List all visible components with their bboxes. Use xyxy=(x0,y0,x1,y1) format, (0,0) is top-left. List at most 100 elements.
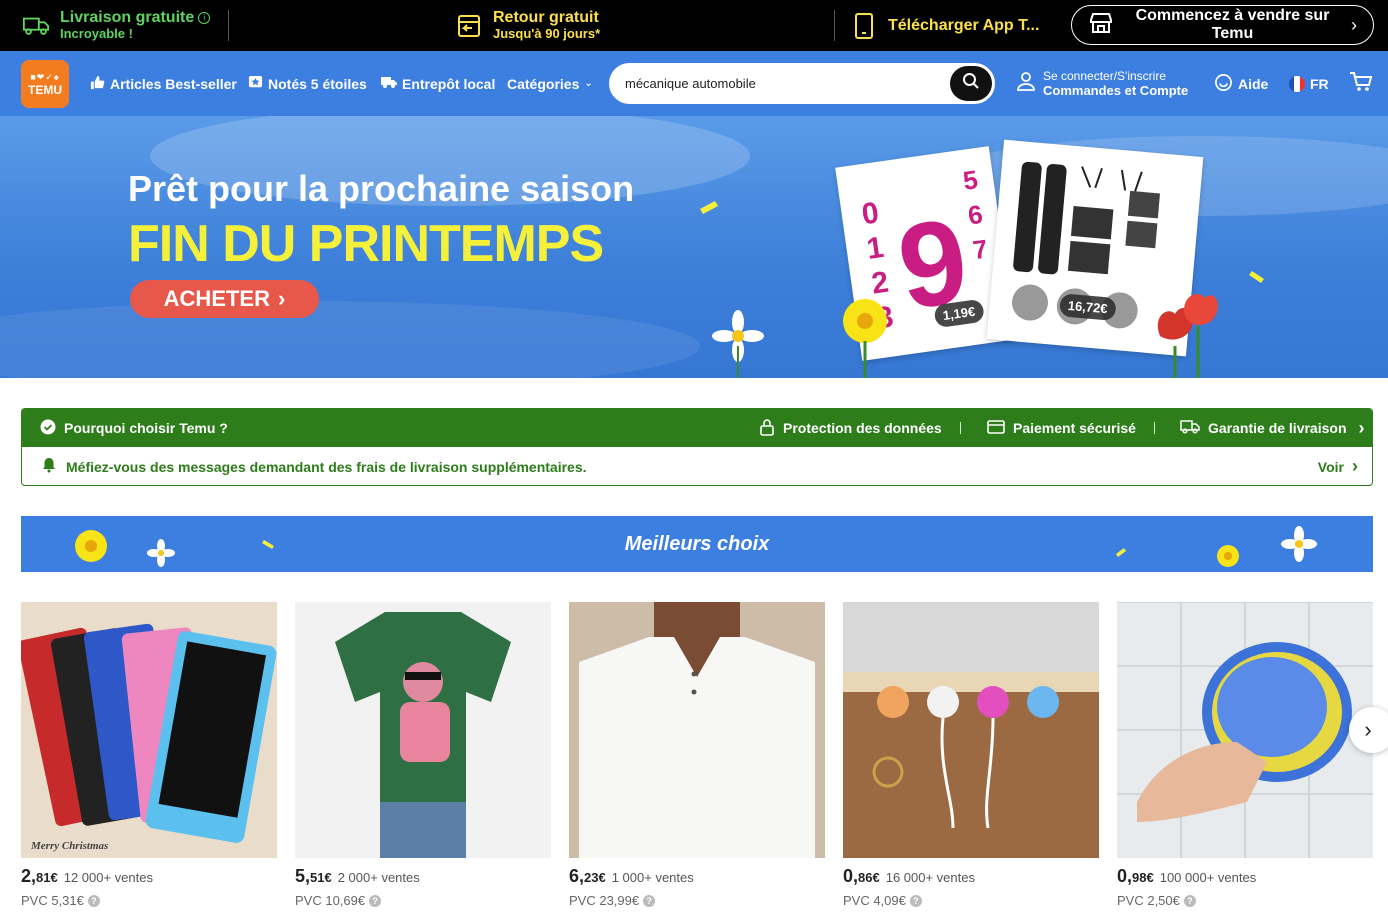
chevron-down-icon: ⌄ xyxy=(584,78,593,89)
product-card[interactable]: 0, 86€ 16 000+ ventes PVC 4,09€? xyxy=(843,602,1099,908)
nav-best-sellers[interactable]: Articles Best-seller xyxy=(90,51,237,116)
search-button[interactable] xyxy=(950,66,992,101)
warning-row[interactable]: Méfiez-vous des messages demandant des f… xyxy=(22,447,1372,485)
price-integer: 6, xyxy=(569,866,585,886)
why-temu[interactable]: Pourquoi choisir Temu ? xyxy=(40,409,228,447)
rrp-price: PVC 4,09€ xyxy=(843,893,906,908)
secure-payment-label: Paiement sécurisé xyxy=(1013,420,1136,436)
nav-categories[interactable]: Catégories ⌄ xyxy=(507,51,593,116)
help-label: Aide xyxy=(1238,75,1269,92)
shop-now-button[interactable]: ACHETER › xyxy=(130,280,319,318)
chevron-right-icon: › xyxy=(1352,456,1358,476)
question-icon[interactable]: ? xyxy=(1183,894,1196,907)
phone-icon xyxy=(850,12,878,40)
view-link[interactable]: Voir › xyxy=(1318,456,1358,477)
question-icon[interactable]: ? xyxy=(909,894,922,907)
nav-local-warehouse-label: Entrepôt local xyxy=(402,75,496,92)
nav-five-stars[interactable]: Notés 5 étoiles xyxy=(248,51,367,116)
svg-text:Merry Christmas: Merry Christmas xyxy=(30,840,108,852)
white-shirt-image xyxy=(569,602,825,858)
return-box-icon xyxy=(455,12,483,40)
price-decimal: 86€ xyxy=(858,870,880,885)
start-selling-label: Commencez à vendre sur Temu xyxy=(1135,7,1330,42)
search-input[interactable] xyxy=(625,76,950,91)
svg-text:0: 0 xyxy=(860,196,881,231)
cleaning-sponge-image xyxy=(1117,602,1373,858)
why-temu-label: Pourquoi choisir Temu ? xyxy=(64,420,228,436)
shop-now-label: ACHETER xyxy=(163,286,270,311)
divider xyxy=(228,10,229,41)
product-card[interactable]: 5, 51€ 2 000+ ventes PVC 10,69€? xyxy=(295,602,551,908)
start-selling-button[interactable]: Commencez à vendre sur Temu › xyxy=(1071,5,1374,45)
free-shipping-promo[interactable]: Livraison gratuite i Incroyable ! xyxy=(22,0,211,51)
language-selector[interactable]: FR xyxy=(1289,51,1329,116)
price-tag: 16,72€ xyxy=(1058,293,1117,321)
data-protection-label: Protection des données xyxy=(783,420,942,436)
delivery-truck-icon xyxy=(381,75,397,92)
logo-text: TEMU xyxy=(28,82,62,97)
price-integer: 2, xyxy=(21,866,37,886)
rrp-price: PVC 5,31€ xyxy=(21,893,84,908)
price-decimal: 98€ xyxy=(1132,870,1154,885)
account-menu[interactable]: Se connecter/S'inscrire Commandes et Com… xyxy=(1017,51,1188,116)
info-icon: i xyxy=(198,12,211,25)
cart-button[interactable] xyxy=(1349,51,1373,116)
svg-text:7: 7 xyxy=(971,233,990,265)
drawing-tablet-image: Merry Christmas xyxy=(21,602,277,858)
store-icon xyxy=(1088,10,1114,41)
bell-icon xyxy=(42,457,56,476)
data-protection[interactable]: Protection des données xyxy=(759,409,942,447)
sales-count: 16 000+ ventes xyxy=(885,870,975,885)
question-icon[interactable]: ? xyxy=(87,894,100,907)
promo-bar: Livraison gratuite i Incroyable ! Retour… xyxy=(0,0,1388,51)
nav-best-sellers-label: Articles Best-seller xyxy=(110,75,237,92)
download-app-promo[interactable]: Télécharger App T... xyxy=(850,0,1039,51)
temu-logo[interactable]: ■❤✓♠ TEMU xyxy=(21,60,69,108)
divider xyxy=(834,10,835,41)
trust-header[interactable]: Pourquoi choisir Temu ? Protection des d… xyxy=(22,409,1372,447)
svg-text:6: 6 xyxy=(966,199,985,231)
logo-glyphs: ■❤✓♠ xyxy=(30,71,60,82)
svg-text:5: 5 xyxy=(961,164,980,196)
search-icon xyxy=(962,72,980,95)
lock-icon xyxy=(759,418,775,439)
price-integer: 5, xyxy=(295,866,311,886)
product-card[interactable]: 0, 98€ 100 000+ ventes PVC 2,50€? xyxy=(1117,602,1373,908)
product-card[interactable]: 6, 23€ 1 000+ ventes PVC 23,99€? xyxy=(569,602,825,908)
trust-box: Pourquoi choisir Temu ? Protection des d… xyxy=(21,408,1373,486)
orders-account-label: Commandes et Compte xyxy=(1043,82,1189,98)
divider xyxy=(1154,422,1155,434)
sales-count: 100 000+ ventes xyxy=(1159,870,1257,885)
tulip-flower-icon xyxy=(1157,294,1218,378)
question-icon[interactable]: ? xyxy=(643,894,656,907)
price-decimal: 23€ xyxy=(584,870,606,885)
free-return-promo[interactable]: Retour gratuit Jusqu'à 90 jours* xyxy=(455,0,600,51)
view-label: Voir xyxy=(1317,458,1344,475)
rrp-price: PVC 23,99€ xyxy=(569,893,640,908)
nav-five-stars-label: Notés 5 étoiles xyxy=(268,75,367,92)
search-bar xyxy=(609,63,995,104)
delivery-guarantee[interactable]: Garantie de livraison › xyxy=(1180,409,1365,447)
warning-text: Méfiez-vous des messages demandant des f… xyxy=(66,458,587,475)
smiley-help-icon xyxy=(1214,73,1233,95)
language-label: FR xyxy=(1310,75,1329,92)
carousel-next-button[interactable]: › xyxy=(1349,707,1388,753)
delivery-truck-icon xyxy=(1180,419,1200,437)
help-link[interactable]: Aide xyxy=(1214,51,1268,116)
question-icon[interactable]: ? xyxy=(369,894,382,907)
free-shipping-title: Livraison gratuite xyxy=(60,8,195,26)
nav-local-warehouse[interactable]: Entrepôt local xyxy=(381,51,495,116)
shield-check-icon xyxy=(40,419,56,438)
hero-banner[interactable]: Prêt pour la prochaine saison FIN DU PRI… xyxy=(0,116,1388,378)
product-card[interactable]: Merry Christmas 2, 81€ 12 000+ ventes PVC… xyxy=(21,602,277,908)
price-decimal: 81€ xyxy=(36,870,58,885)
hero-title: FIN DU PRINTEMPS xyxy=(128,215,604,273)
best-picks-header: Meilleurs choix xyxy=(21,516,1373,572)
cable-hooks-image xyxy=(843,602,1099,858)
chevron-right-icon: › xyxy=(1358,417,1365,438)
sign-in-label: Se connecter/S'inscrire xyxy=(1043,68,1167,83)
secure-payment[interactable]: Paiement sécurisé xyxy=(987,409,1136,447)
user-icon xyxy=(1017,71,1035,96)
best-picks-title: Meilleurs choix xyxy=(624,532,770,555)
price-integer: 0, xyxy=(1117,866,1133,886)
